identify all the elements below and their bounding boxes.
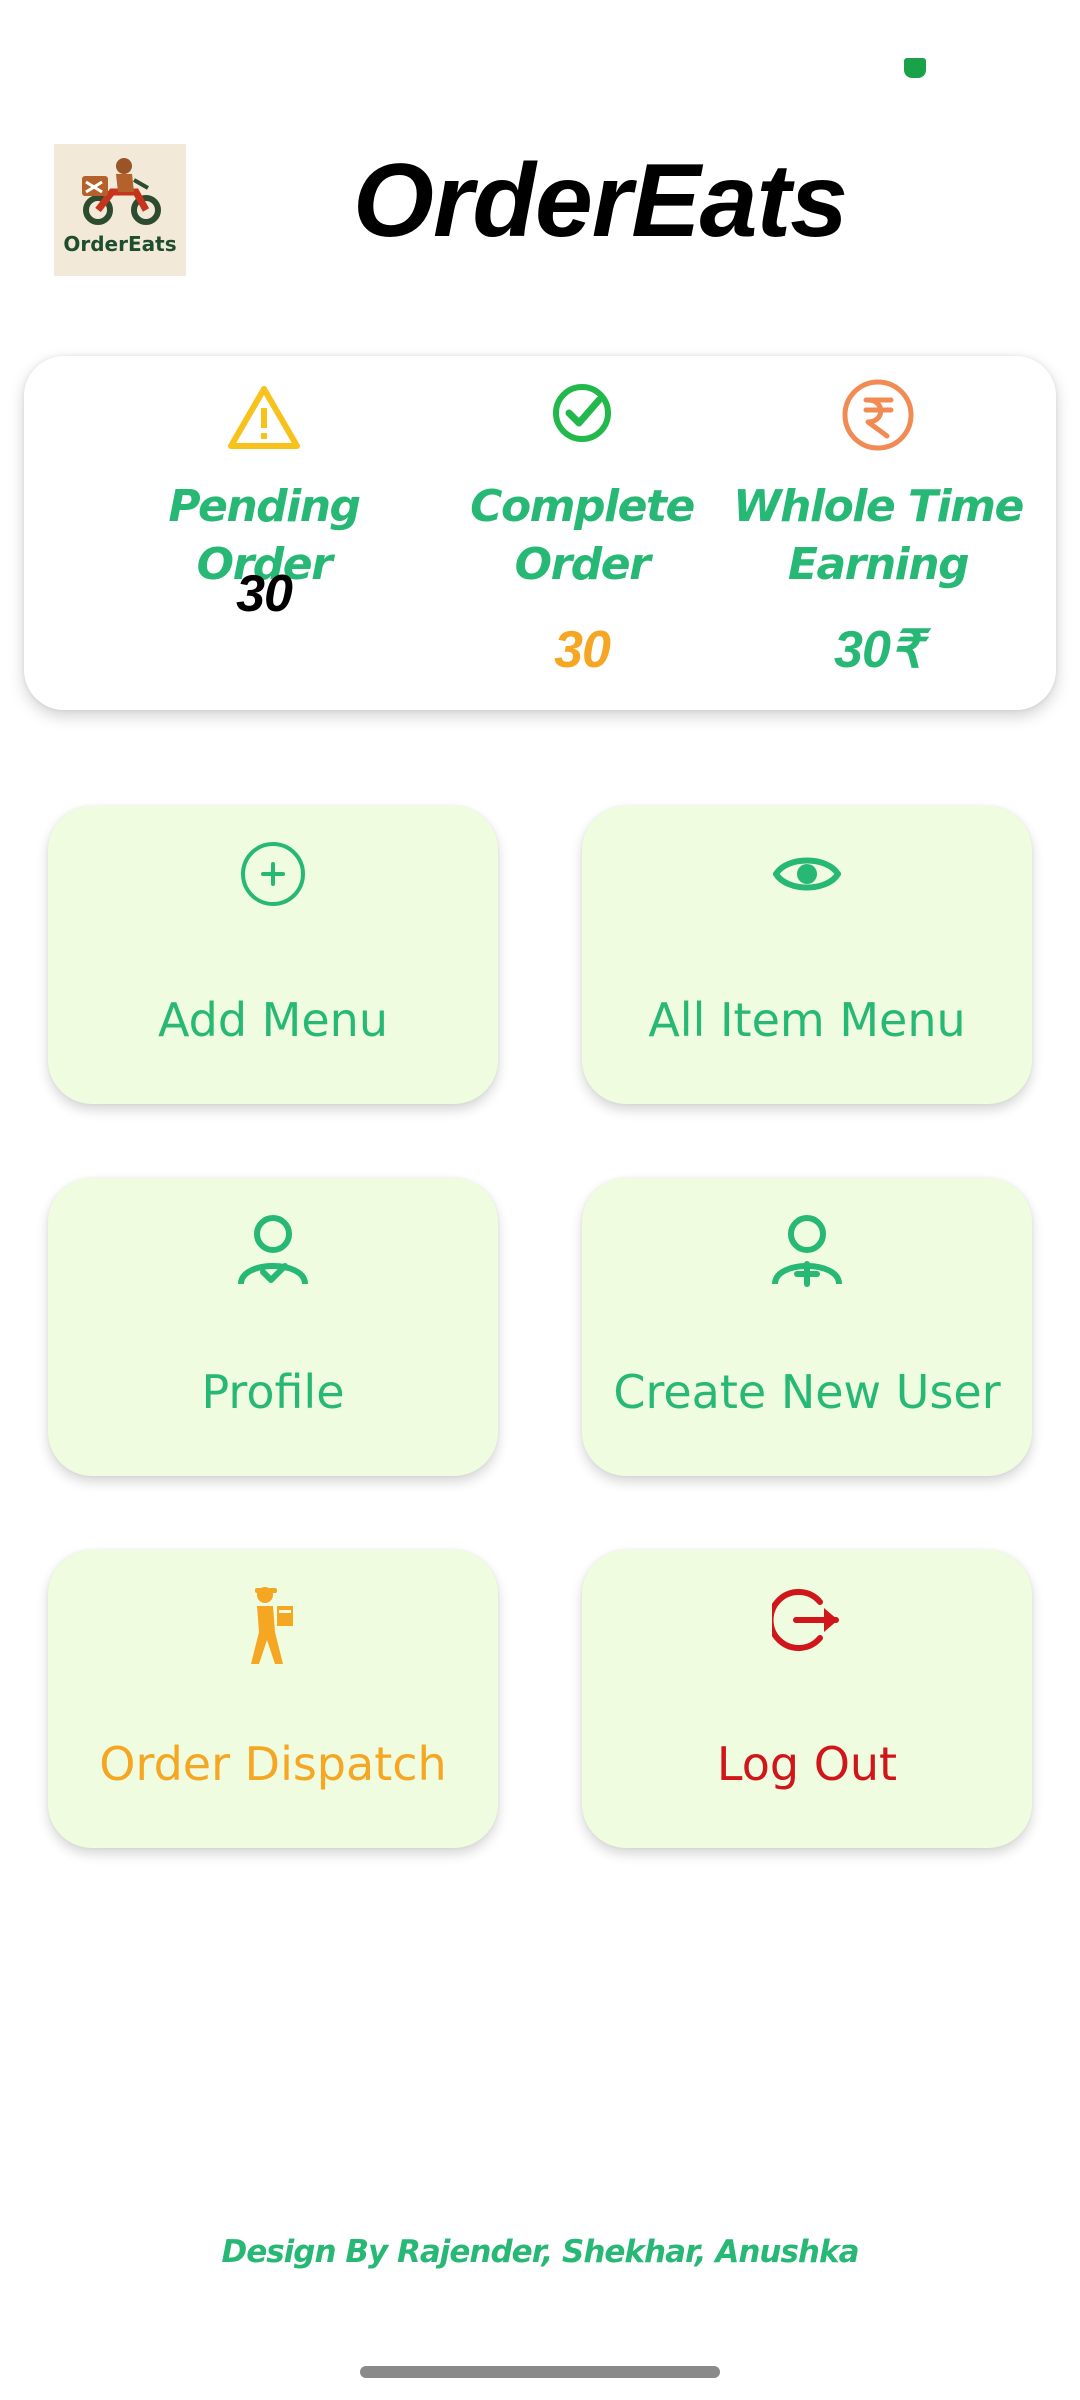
order-dispatch-button[interactable]: Order Dispatch xyxy=(48,1550,498,1848)
logout-icon xyxy=(767,1588,842,1657)
complete-order-label-line2: Order xyxy=(514,539,651,590)
earning-label-line2: Earning xyxy=(787,539,970,590)
user-plus-icon xyxy=(769,1212,845,1293)
app-title: OrderEats xyxy=(353,143,848,259)
home-indicator[interactable] xyxy=(360,2366,720,2378)
complete-order-value: 30 xyxy=(554,621,611,679)
eye-icon xyxy=(772,840,842,913)
footer-credit: Design By Rajender, Shekhar, Anushka xyxy=(221,2234,859,2270)
complete-order-label-line1: Complete xyxy=(470,481,695,532)
user-check-icon xyxy=(235,1212,311,1293)
profile-button[interactable]: Profile xyxy=(48,1178,498,1476)
create-new-user-button[interactable]: Create New User xyxy=(582,1178,1032,1476)
log-out-button[interactable]: Log Out xyxy=(582,1550,1032,1848)
add-menu-label: Add Menu xyxy=(158,993,388,1047)
warning-icon xyxy=(227,384,301,455)
check-circle-icon xyxy=(551,382,613,449)
delivery-person-icon xyxy=(249,1586,297,1673)
add-menu-button[interactable]: Add Menu xyxy=(48,806,498,1104)
profile-label: Profile xyxy=(201,1365,345,1419)
log-out-label: Log Out xyxy=(716,1737,898,1791)
order-dispatch-label: Order Dispatch xyxy=(99,1737,447,1791)
earning-label-line1: Whlole Time xyxy=(733,481,1024,532)
create-new-user-label: Create New User xyxy=(613,1365,1001,1419)
all-item-menu-button[interactable]: All Item Menu xyxy=(582,806,1032,1104)
stats-card: Pending Order 30 Complete Order 30 Whlol… xyxy=(24,356,1056,710)
app-logo: OrderEats xyxy=(54,144,186,276)
status-indicator-icon xyxy=(904,58,926,78)
rupee-icon xyxy=(841,378,915,457)
pending-order-value: 30 xyxy=(236,565,293,623)
scooter-icon xyxy=(82,158,161,225)
logo-text: OrderEats xyxy=(63,232,177,256)
earning-value: 30₹ xyxy=(834,621,923,679)
all-item-menu-label: All Item Menu xyxy=(648,993,966,1047)
plus-circle-icon xyxy=(239,840,307,913)
